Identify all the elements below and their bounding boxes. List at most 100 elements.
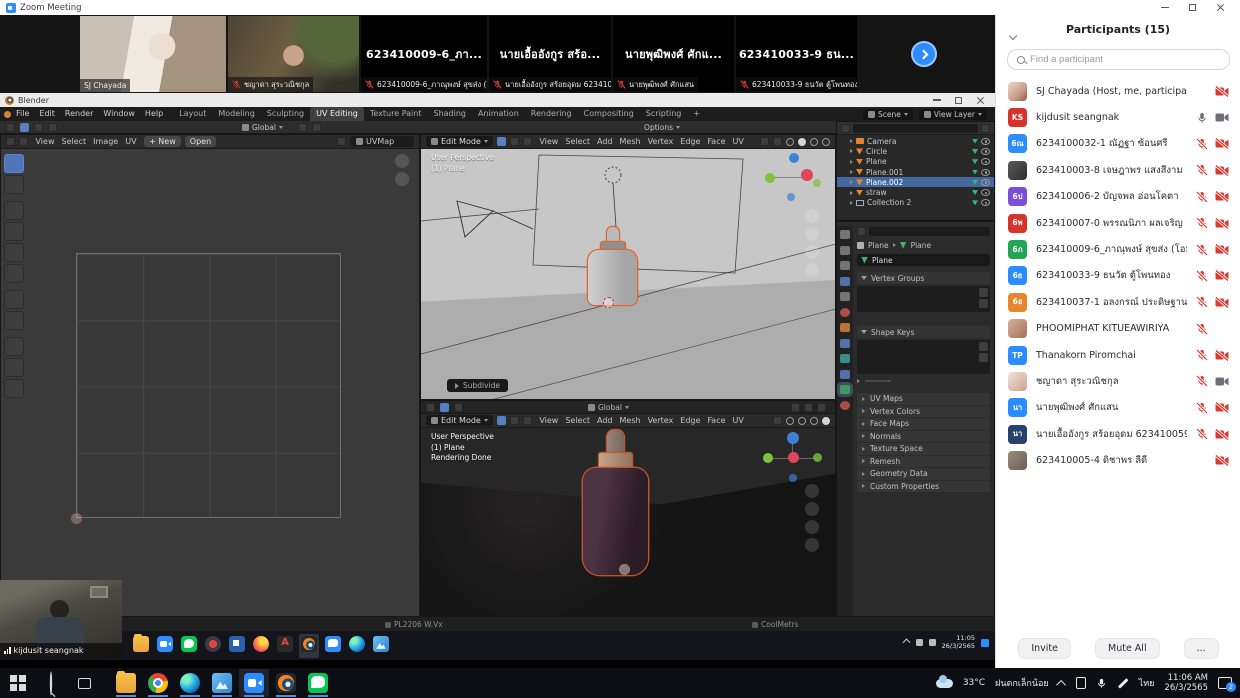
- mic-status-icon[interactable]: [1196, 296, 1208, 308]
- video-tile[interactable]: 623410009-6_ภา... 623410009-6_ภาณุพงษ์ ส…: [361, 16, 487, 92]
- blender-menu-logo-icon[interactable]: [4, 111, 11, 118]
- workspace-tab[interactable]: Texture Paint: [364, 107, 428, 121]
- expand-icon[interactable]: [850, 180, 853, 184]
- bottle-dropper-tip[interactable]: [607, 227, 619, 243]
- edge-select-icon[interactable]: [510, 416, 519, 425]
- uv-editor-menu-item[interactable]: UV: [122, 137, 140, 146]
- task-view-icon[interactable]: [78, 678, 91, 689]
- mic-status-icon[interactable]: [1196, 428, 1208, 440]
- participant-row[interactable]: 6ป 623410006-2 บัญจพล อ่อนโคตา: [996, 184, 1240, 210]
- proportional-editing-icon[interactable]: [817, 403, 826, 412]
- uv-editor-menu-item[interactable]: Image: [90, 137, 122, 146]
- outliner-item[interactable]: Plane.001: [837, 167, 994, 177]
- navigation-gizmo[interactable]: [763, 432, 821, 484]
- mic-status-icon[interactable]: [1196, 191, 1208, 203]
- outliner-item[interactable]: Collection 2: [837, 198, 994, 208]
- xyz-axis-icon[interactable]: [791, 403, 800, 412]
- mic-status-icon[interactable]: [1196, 375, 1208, 387]
- participant-row[interactable]: PHOOMIPHAT KITUEAWIRIYA: [996, 316, 1240, 342]
- participant-row[interactable]: KS kijdusit seangnak: [996, 104, 1240, 130]
- transform-orientation-dropdown[interactable]: Global: [588, 403, 629, 412]
- collapsed-section-row[interactable]: Normals: [857, 431, 990, 443]
- viewport-menu-item[interactable]: View: [536, 416, 562, 425]
- invite-button[interactable]: Invite: [1018, 638, 1071, 659]
- open-image-button[interactable]: Open: [185, 136, 216, 147]
- start-button-icon[interactable]: [10, 675, 26, 691]
- mode-dropdown[interactable]: Edit Mode: [426, 415, 493, 426]
- rotate-tool[interactable]: [4, 222, 24, 241]
- solid-shading-icon[interactable]: [798, 138, 806, 146]
- app-icon[interactable]: [371, 634, 391, 658]
- viewport-menu-item[interactable]: Select: [562, 137, 594, 146]
- participant-row[interactable]: SJ Chayada (Host, me, participant ID: 14…: [996, 78, 1240, 104]
- participant-row[interactable]: นา นายเอื้ออังกูร สร้อยอุดม 623410059-1: [996, 421, 1240, 447]
- camera-status-icon[interactable]: [1215, 297, 1229, 308]
- relax-tool[interactable]: [4, 358, 24, 377]
- viewport-menu-item[interactable]: Add: [594, 137, 617, 146]
- rendered-bottle-collar[interactable]: [599, 453, 632, 469]
- wireframe-shading-icon[interactable]: [786, 138, 794, 146]
- viewport-menu-item[interactable]: Edge: [677, 137, 704, 146]
- outliner-item[interactable]: straw: [837, 187, 994, 197]
- toggle-ortho-icon[interactable]: [805, 263, 819, 277]
- mic-status-icon[interactable]: [1196, 402, 1208, 414]
- axis-x-icon[interactable]: [801, 169, 813, 181]
- visibility-eye-icon[interactable]: [981, 138, 990, 145]
- video-tile[interactable]: ชญาดา สุระวณิชกุล: [228, 16, 359, 92]
- participant-row[interactable]: 6พ 623410007-0 พรรณนิภา ผลเจริญ: [996, 210, 1240, 236]
- annotate-tool[interactable]: [4, 290, 24, 309]
- axis-y-icon[interactable]: [765, 173, 775, 183]
- clock[interactable]: 11:06 AM 26/3/2565: [1164, 673, 1208, 693]
- rendered-shading-icon[interactable]: [822, 138, 830, 146]
- select-tool-icon[interactable]: [20, 123, 29, 132]
- mic-status-icon[interactable]: [1196, 323, 1208, 335]
- toggle-ortho-icon[interactable]: [805, 538, 819, 552]
- transform-orientation-dropdown[interactable]: Global: [242, 123, 283, 132]
- video-tile[interactable]: นายพุฒิพงศ์ ศักแ... นายพุฒิพงศ์ ศักแสน: [613, 16, 734, 92]
- snap-magnet-icon[interactable]: [773, 416, 782, 425]
- close-icon[interactable]: [1216, 4, 1224, 12]
- mic-status-icon[interactable]: [1196, 164, 1208, 176]
- expand-icon[interactable]: [850, 149, 853, 153]
- active-tool-icon[interactable]: [426, 403, 435, 412]
- expand-icon[interactable]: [850, 139, 853, 143]
- face-select-icon[interactable]: [523, 137, 532, 146]
- uv-sync-selection-icon[interactable]: [19, 137, 28, 146]
- participant-row[interactable]: 623410003-8 เจษฎาพร แสงสีงาม: [996, 157, 1240, 183]
- workspace-tab[interactable]: Modeling: [212, 107, 260, 121]
- uv-editor-menu-item[interactable]: Select: [58, 137, 90, 146]
- expand-icon[interactable]: [857, 379, 860, 383]
- viewport-menu-item[interactable]: Vertex: [644, 416, 677, 425]
- navigation-gizmo[interactable]: [763, 153, 821, 205]
- world-tab-icon[interactable]: [840, 308, 850, 317]
- expand-icon[interactable]: [850, 160, 853, 164]
- transform-tool[interactable]: [4, 264, 24, 283]
- notification-icon[interactable]: 2: [1218, 677, 1232, 689]
- blender-menu-item[interactable]: Window: [98, 107, 140, 121]
- snap-magnet-icon[interactable]: [298, 123, 307, 132]
- participant-row[interactable]: TP Thanakorn Piromchai: [996, 342, 1240, 368]
- visibility-eye-icon[interactable]: [981, 169, 990, 176]
- shape-keys-list[interactable]: [857, 340, 990, 374]
- blender-menu-item[interactable]: Edit: [34, 107, 60, 121]
- outliner-search-field[interactable]: [853, 124, 978, 133]
- participant-row[interactable]: 6ภ 623410009-6_ภาณุพงษ์ สุขส่ง (โอม): [996, 236, 1240, 262]
- editor-type-icon[interactable]: [841, 124, 850, 133]
- more-options-button[interactable]: ...: [1184, 638, 1219, 659]
- visibility-eye-icon[interactable]: [981, 179, 990, 186]
- weather-icon[interactable]: [936, 679, 953, 688]
- new-image-button[interactable]: + New: [144, 136, 181, 147]
- add-icon[interactable]: [979, 342, 988, 351]
- output-tab-icon[interactable]: [840, 261, 850, 270]
- material-shading-icon[interactable]: [810, 417, 818, 425]
- editor-type-icon[interactable]: [6, 137, 15, 146]
- scene-selector[interactable]: Scene: [863, 109, 913, 120]
- workspace-tab[interactable]: UV Editing: [310, 107, 364, 121]
- mode-dropdown[interactable]: Edit Mode: [426, 136, 493, 147]
- workspace-tab[interactable]: Scripting: [640, 107, 688, 121]
- camera-status-icon[interactable]: [1215, 112, 1229, 123]
- minimize-icon[interactable]: [933, 99, 941, 101]
- axis-z-icon[interactable]: [787, 432, 799, 444]
- speaker-icon[interactable]: [916, 639, 923, 646]
- tool-option-icon[interactable]: [48, 123, 57, 132]
